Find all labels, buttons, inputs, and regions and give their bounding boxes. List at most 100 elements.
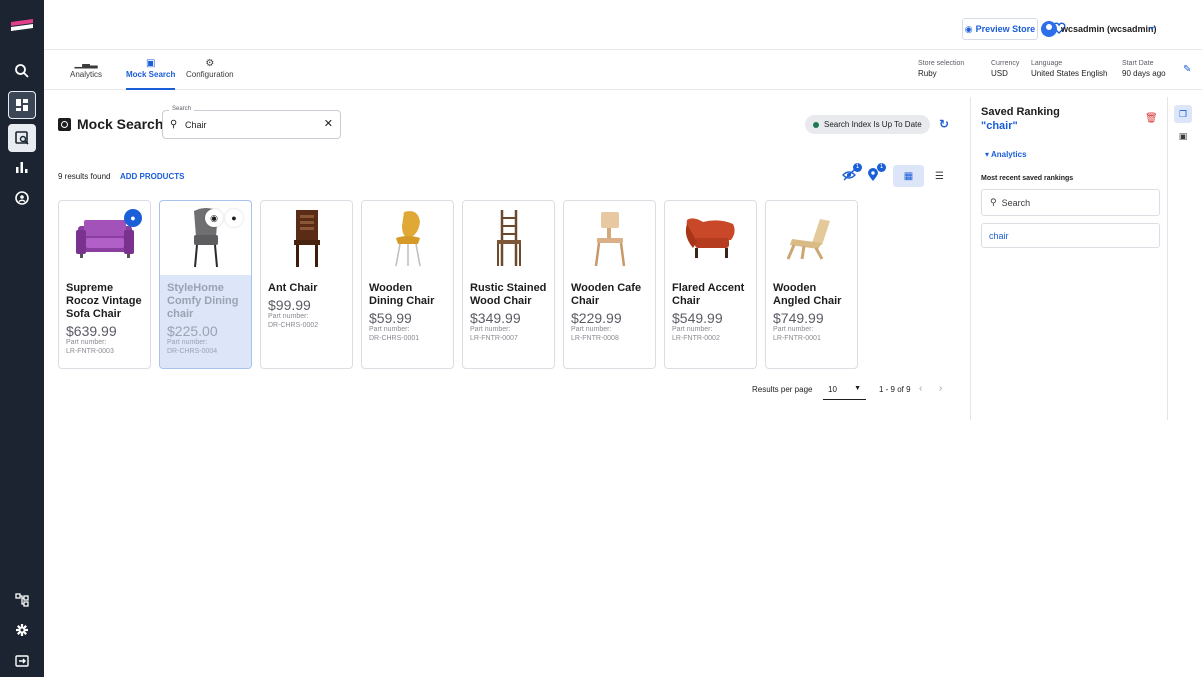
recent-rankings-label: Most recent saved rankings [981,175,1074,182]
product-card[interactable]: Ant Chair $99.99 Part number: DR-CHRS-00… [260,200,353,369]
panel-copy-icon[interactable]: ❐ [1174,105,1192,123]
rail-search-config-icon[interactable] [8,124,36,152]
part-number-label: Part number: [66,339,107,346]
saved-ranking-query: "chair" [981,120,1018,132]
product-card[interactable]: Wooden Angled Chair $749.99 Part number:… [765,200,858,369]
hidden-items-filter[interactable]: 1 [842,163,862,182]
caret-down-icon: ▾ [985,150,990,159]
store-label: Store selection [918,60,965,67]
rail-shield-icon[interactable] [8,184,36,212]
tab-configuration[interactable]: ⚙ Configuration [186,58,234,79]
next-page-icon[interactable]: › [939,383,942,394]
status-dot [813,121,819,128]
pinned-pin-icon[interactable]: ● [124,209,142,227]
product-card[interactable]: Wooden Dining Chair $59.99 Part number: … [361,200,454,369]
list-view-icon[interactable]: ☰ [924,165,955,187]
rail-hierarchy-icon[interactable] [8,586,36,614]
currency-value: USD [991,69,1008,78]
tab-mock-search[interactable]: ▣ Mock Search [126,58,176,90]
product-price: $59.99 [369,310,412,326]
product-image-ant-chair [261,201,352,275]
part-number: DR-CHRS-0002 [268,322,319,329]
add-products-button[interactable]: ADD PRODUCTS [120,172,184,181]
product-card[interactable]: Wooden Cafe Chair $229.99 Part number: L… [563,200,656,369]
tab-bar: ▁▃▂ Analytics ▣ Mock Search ⚙ Configurat… [44,50,1202,90]
part-number-label: Part number: [470,326,511,333]
pin-icon[interactable]: ● [225,209,243,227]
delete-trash-icon[interactable]: 🗑 [1145,113,1158,124]
product-price: $229.99 [571,310,622,326]
previous-page-icon[interactable]: ‹ [919,383,922,394]
language-selection[interactable]: Language United States English [1031,60,1108,78]
rail-settings-icon[interactable] [8,616,36,644]
search-icon: ⚲ [990,197,997,207]
logo-icon[interactable] [9,17,35,35]
product-image-wooden-dining-chair [362,201,453,275]
results-per-page-label: Results per page [752,385,813,394]
username[interactable]: wcsadmin (wcsadmin) [1061,24,1157,34]
product-card[interactable]: Flared Accent Chair $549.99 Part number:… [664,200,757,369]
part-number: LR-FNTR-0007 [470,335,518,342]
dropdown-arrow-icon: ▼ [854,385,861,392]
tab-configuration-label: Configuration [186,70,234,79]
clear-icon[interactable]: ✕ [324,117,333,130]
rail-dashboard-icon[interactable] [8,91,36,119]
gear-icon: ⚙ [205,58,215,69]
index-status-badge: Search Index Is Up To Date [805,115,930,134]
product-card[interactable]: ● Supreme Rocoz Vintage Sofa Chair $639.… [58,200,151,369]
card-body: Flared Accent Chair $549.99 Part number:… [665,275,756,368]
preview-store-button[interactable]: ◉ Preview Store [962,18,1038,40]
avatar[interactable] [1041,21,1057,37]
rankings-search-placeholder: Search [1001,197,1031,208]
active-tab-indicator [126,88,176,90]
analytics-expander[interactable]: ▾ Analytics [985,150,1027,159]
part-number: DR-CHRS-0004 [167,348,218,355]
search-field[interactable]: Search ⚲ ✕ [162,106,341,139]
product-price: $549.99 [672,310,723,326]
results-per-page-value: 10 [828,385,837,394]
rail-logout-icon[interactable] [8,647,36,675]
product-price: $99.99 [268,297,311,313]
product-name: Wooden Angled Chair [773,282,842,307]
part-number: DR-CHRS-0001 [369,335,420,342]
product-price: $749.99 [773,310,824,326]
product-image-angled-chair [766,201,857,275]
part-number-label: Part number: [369,326,410,333]
saved-ranking-item[interactable]: chair [981,223,1160,248]
chevron-down-icon[interactable]: ▾ [1150,24,1154,33]
edit-pencil-icon[interactable]: ✎ [1183,64,1191,75]
hide-eye-icon[interactable]: ◉ [205,209,223,227]
store-selection[interactable]: Store selection Ruby [918,60,964,78]
left-rail [0,0,44,677]
view-toggle: ▦ ☰ [893,165,955,187]
product-name: Supreme Rocoz Vintage Sofa Chair [66,282,142,320]
part-number: LR-FNTR-0008 [571,335,619,342]
rankings-search-field[interactable]: ⚲ Search [981,189,1160,216]
results-per-page-select[interactable]: 10 ▼ [823,380,866,400]
product-image-cafe-chair [564,201,655,275]
rail-analytics-icon[interactable] [8,153,36,181]
refresh-icon[interactable]: ↻ [939,117,949,131]
search-input[interactable] [185,117,315,133]
mock-search-icon [58,117,71,131]
pinned-items-filter[interactable]: 1 [866,163,886,182]
product-card-selected[interactable]: ◉ ● StyleHome Comfy Dining chair $225.00… [159,200,252,369]
grid-view-icon[interactable]: ▦ [893,165,924,187]
index-status-text: Search Index Is Up To Date [824,120,922,129]
part-number: LR-FNTR-0002 [672,335,720,342]
product-name: Ant Chair [268,282,318,294]
product-image-rustic-chair [463,201,554,275]
store-value: Ruby [918,69,937,78]
start-date-selection[interactable]: Start Date 90 days ago [1122,60,1166,78]
rail-search-icon[interactable] [8,57,36,85]
hidden-count-badge: 1 [853,163,862,172]
card-body: Wooden Cafe Chair $229.99 Part number: L… [564,275,655,368]
tab-analytics[interactable]: ▁▃▂ Analytics [70,58,102,79]
part-number: LR-FNTR-0001 [773,335,821,342]
panel-image-icon[interactable]: ▣ [1174,127,1192,145]
product-card[interactable]: Rustic Stained Wood Chair $349.99 Part n… [462,200,555,369]
currency-selection[interactable]: Currency USD [991,60,1019,78]
part-number-label: Part number: [268,313,309,320]
search-icon: ⚲ [170,119,178,130]
product-name: Wooden Cafe Chair [571,282,642,307]
